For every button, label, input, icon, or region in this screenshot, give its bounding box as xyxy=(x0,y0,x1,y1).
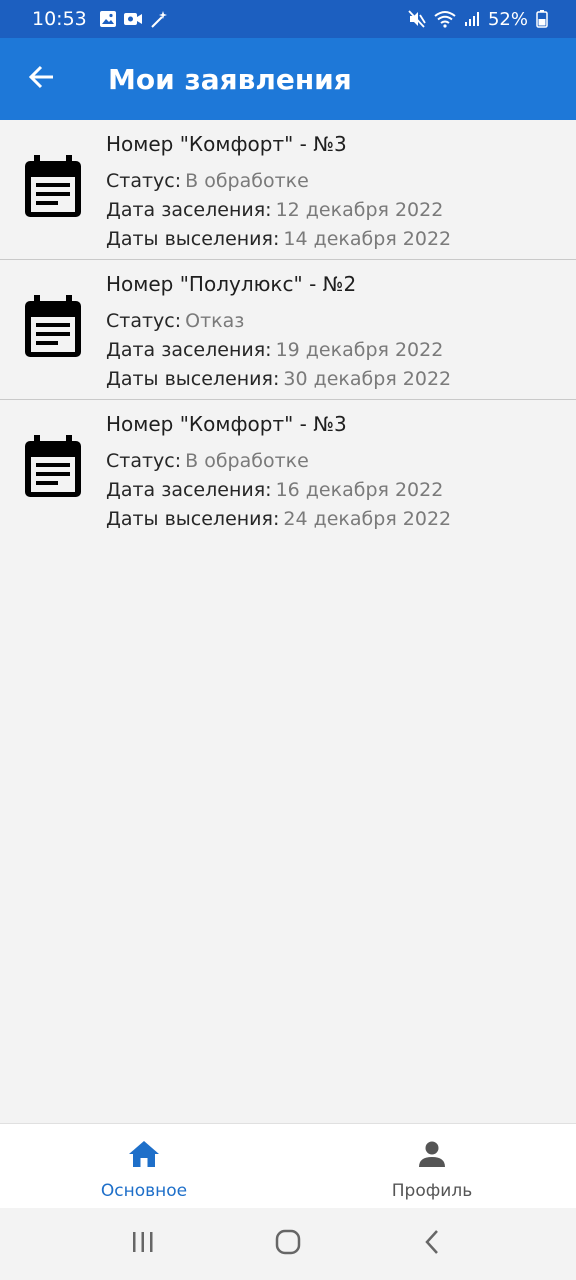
list-item[interactable]: Номер "Комфорт" - №3 Статус: В обработке … xyxy=(0,400,576,540)
room-title: Номер "Комфорт" - №3 xyxy=(106,412,347,436)
checkout-value: 30 декабря 2022 xyxy=(283,368,452,390)
status-time: 10:53 xyxy=(32,8,87,30)
nav-label-main: Основное xyxy=(100,1181,188,1201)
recents-button[interactable] xyxy=(113,1214,173,1274)
room-title: Номер "Комфорт" - №3 xyxy=(106,132,347,156)
list-item-body: Номер "Полулюкс" - №2 Статус: Отказ Дата … xyxy=(106,270,451,394)
system-nav xyxy=(0,1208,576,1280)
status-value: В обработке xyxy=(185,450,309,472)
wifi-icon xyxy=(434,10,456,28)
arrow-left-icon xyxy=(28,63,56,96)
checkin-label: Дата заселения: xyxy=(106,479,272,501)
calendar-icon xyxy=(22,433,84,501)
signal-icon xyxy=(464,11,480,27)
status-label: Статус: xyxy=(106,310,182,332)
calendar-icon xyxy=(22,153,84,221)
battery-text: 52% xyxy=(487,8,528,30)
checkout-value: 24 декабря 2022 xyxy=(283,508,452,530)
status-bar: 10:53 52% xyxy=(0,0,576,38)
nav-item-profile[interactable]: Профиль xyxy=(288,1124,576,1208)
status-row: Статус: Отказ xyxy=(106,307,451,336)
magic-wand-icon xyxy=(149,9,169,29)
battery-icon xyxy=(536,10,548,28)
status-row: Статус: В обработке xyxy=(106,167,451,196)
list-item[interactable]: Номер "Комфорт" - №3 Статус: В обработке … xyxy=(0,120,576,260)
video-icon xyxy=(123,11,143,27)
page-title: Мои заявления xyxy=(108,62,352,96)
app-bar: Мои заявления xyxy=(0,38,576,120)
checkin-label: Дата заселения: xyxy=(106,339,272,361)
checkout-row: Даты выселения: 30 декабря 2022 xyxy=(106,365,451,394)
status-value: Отказ xyxy=(185,310,245,332)
nav-label-profile: Профиль xyxy=(391,1181,473,1201)
checkout-label: Даты выселения: xyxy=(106,508,280,530)
checkout-label: Даты выселения: xyxy=(106,368,280,390)
room-title: Номер "Полулюкс" - №2 xyxy=(106,272,357,296)
checkout-value: 14 декабря 2022 xyxy=(283,228,452,250)
status-row: Статус: В обработке xyxy=(106,447,451,476)
home-circle-icon xyxy=(274,1228,302,1261)
list-item[interactable]: Номер "Полулюкс" - №2 Статус: Отказ Дата … xyxy=(0,260,576,400)
status-value: В обработке xyxy=(185,170,309,192)
status-label: Статус: xyxy=(106,450,182,472)
checkout-label: Даты выселения: xyxy=(106,228,280,250)
checkin-row: Дата заселения: 12 декабря 2022 xyxy=(106,196,451,225)
checkout-row: Даты выселения: 24 декабря 2022 xyxy=(106,505,451,534)
nav-item-main[interactable]: Основное xyxy=(0,1124,288,1208)
calendar-icon xyxy=(22,293,84,361)
list-item-body: Номер "Комфорт" - №3 Статус: В обработке … xyxy=(106,410,451,534)
checkin-label: Дата заселения: xyxy=(106,199,272,221)
person-icon xyxy=(418,1140,446,1173)
applications-list: Номер "Комфорт" - №3 Статус: В обработке … xyxy=(0,120,576,540)
home-icon xyxy=(128,1140,160,1173)
checkin-row: Дата заселения: 19 декабря 2022 xyxy=(106,336,451,365)
mute-icon xyxy=(408,10,426,28)
bottom-nav: Основное Профиль xyxy=(0,1123,576,1208)
home-system-button[interactable] xyxy=(258,1214,318,1274)
checkin-value: 16 декабря 2022 xyxy=(275,479,444,501)
recents-icon xyxy=(131,1230,155,1259)
status-right: 52% xyxy=(408,9,548,30)
back-button[interactable] xyxy=(12,49,72,109)
status-label: Статус: xyxy=(106,170,182,192)
checkin-value: 12 декабря 2022 xyxy=(275,199,444,221)
image-icon xyxy=(99,10,117,28)
status-left-icons xyxy=(99,9,169,29)
checkin-row: Дата заселения: 16 декабря 2022 xyxy=(106,476,451,505)
checkout-row: Даты выселения: 14 декабря 2022 xyxy=(106,225,451,254)
back-chevron-icon xyxy=(423,1228,443,1261)
checkin-value: 19 декабря 2022 xyxy=(275,339,444,361)
back-system-button[interactable] xyxy=(403,1214,463,1274)
list-item-body: Номер "Комфорт" - №3 Статус: В обработке … xyxy=(106,130,451,254)
